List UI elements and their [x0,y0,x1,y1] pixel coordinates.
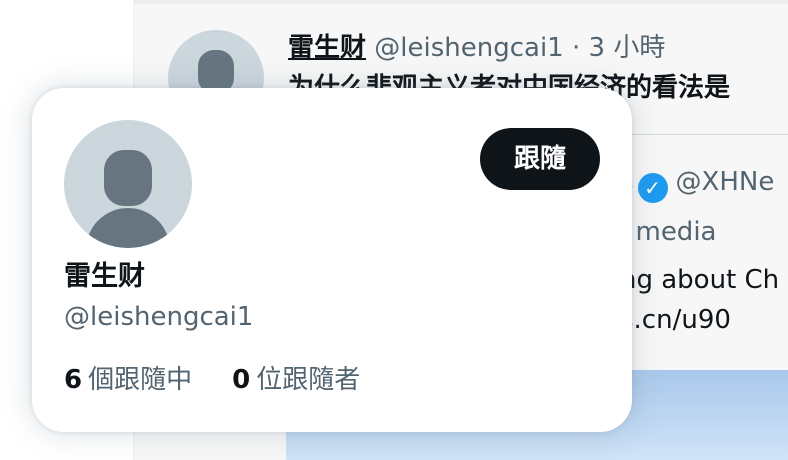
quoted-author-handle[interactable]: @XHNe [676,167,775,197]
quoted-tweet-header: s✓@XHNe [620,162,774,203]
avatar-head-shape [104,150,152,206]
stage: 雷生财 @leishengcai1 · 3 小時 为什么悲观主义者对中国经济的看… [0,0,788,460]
separator-dot: · [572,33,581,63]
followers-link[interactable]: 0 位跟隨者 [232,360,360,400]
verified-check-icon: ✓ [637,173,668,203]
follow-button[interactable]: 跟隨 [479,128,600,190]
profile-display-name[interactable]: 雷生财 [64,258,145,296]
quoted-tweet-text-line: ng about Ch [620,265,780,295]
following-link[interactable]: 6 個跟隨中 [64,360,192,400]
tweet-timestamp[interactable]: 3 小時 [589,33,666,63]
quoted-author-label: l media [620,217,717,247]
followers-count: 0 [232,365,251,395]
profile-stats: 6 個跟隨中 0 位跟隨者 [64,360,360,400]
following-count: 6 [64,365,83,395]
profile-hover-card: 跟隨 雷生财 @leishengcai1 6 個跟隨中 0 位跟隨者 [32,88,632,432]
avatar-body-shape [86,208,170,248]
tweet-header: 雷生财 @leishengcai1 · 3 小時 [288,30,665,66]
tweet-author-handle[interactable]: @leishengcai1 [374,33,563,63]
followers-label: 位跟隨者 [256,365,361,395]
default-profile-avatar[interactable] [64,120,192,248]
profile-handle[interactable]: @leishengcai1 [64,298,253,336]
tweet-author-name[interactable]: 雷生财 [288,33,366,63]
quoted-tweet-link[interactable]: s.cn/u90 [620,300,731,340]
following-label: 個跟隨中 [88,365,193,395]
